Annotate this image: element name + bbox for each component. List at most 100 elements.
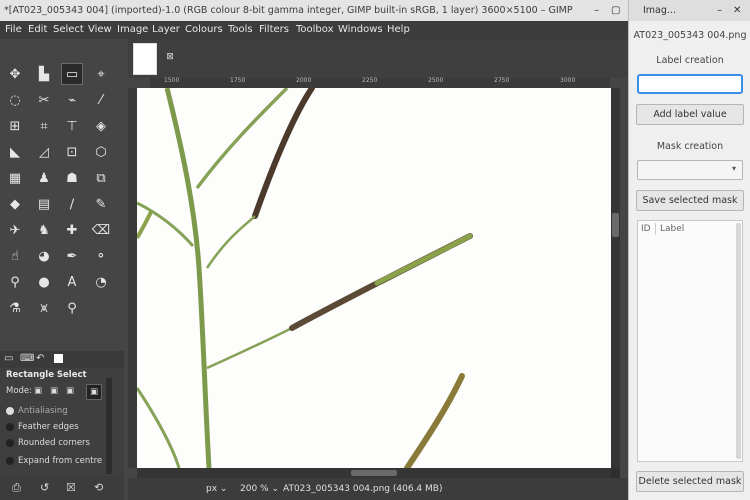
- maximize-button[interactable]: ▢: [611, 0, 620, 21]
- handle-transform-icon[interactable]: ⊡: [61, 141, 83, 163]
- eyedropper-icon[interactable]: ⚗: [4, 297, 26, 319]
- panel-minimize-button[interactable]: –: [717, 0, 722, 21]
- unit-select[interactable]: px ⌄: [206, 478, 227, 500]
- menu-select[interactable]: Select: [53, 21, 84, 39]
- image-tabs: ⊠: [128, 39, 628, 78]
- perspective-icon[interactable]: ⊤: [61, 115, 83, 137]
- airbrush-icon[interactable]: ✈: [4, 219, 26, 241]
- smudge-icon[interactable]: ☝: [4, 245, 26, 267]
- vertical-scrollbar[interactable]: [611, 88, 620, 468]
- menu-file[interactable]: File: [5, 21, 22, 39]
- image-canvas[interactable]: [137, 88, 611, 468]
- mask-table[interactable]: ID Label: [637, 220, 743, 462]
- table-scrollbar[interactable]: [736, 223, 741, 459]
- heal-icon[interactable]: ✚: [61, 219, 83, 241]
- clone-icon[interactable]: ♞: [33, 219, 55, 241]
- zoom-icon[interactable]: ⚲: [61, 297, 83, 319]
- delete-preset-icon[interactable]: ☒: [66, 481, 76, 494]
- pencil-icon[interactable]: ✎: [90, 193, 112, 215]
- horizontal-scroll-thumb[interactable]: [351, 470, 397, 476]
- text-icon[interactable]: A: [61, 271, 83, 293]
- window-title: *[AT023_005343 004] (imported)-1.0 (RGB …: [4, 5, 573, 16]
- tool-options-tab-icon[interactable]: ▭: [4, 353, 13, 364]
- grid-icon[interactable]: ▦: [4, 167, 26, 189]
- rounded-corners-checkbox[interactable]: [6, 439, 14, 447]
- flip-icon[interactable]: ◣: [4, 141, 26, 163]
- unified-transform-icon[interactable]: ⊞: [4, 115, 26, 137]
- tool-options-scrollbar[interactable]: [106, 378, 112, 474]
- antialiasing-checkbox[interactable]: [6, 407, 14, 415]
- zoom-select[interactable]: 200 % ⌄: [240, 478, 279, 500]
- save-selected-mask-button[interactable]: Save selected mask: [636, 190, 744, 211]
- bucket-fill-icon[interactable]: ◆: [4, 193, 26, 215]
- expand-from-centre-option[interactable]: Expand from centre: [6, 454, 102, 468]
- free-select-icon[interactable]: ⧉: [90, 167, 112, 189]
- table-header-id[interactable]: ID: [641, 221, 651, 237]
- align-tool-icon[interactable]: ▙: [33, 63, 55, 85]
- table-header-label[interactable]: Label: [660, 221, 684, 237]
- menu-filters[interactable]: Filters: [259, 21, 289, 39]
- ink-icon[interactable]: ✒: [61, 245, 83, 267]
- menu-toolbox[interactable]: Toolbox: [296, 21, 334, 39]
- measure-icon[interactable]: ◔: [90, 271, 112, 293]
- paths-icon[interactable]: ⌁: [61, 89, 83, 111]
- mode-intersect-icon[interactable]: ▣: [86, 384, 103, 400]
- antialiasing-option[interactable]: Antialiasing: [6, 404, 68, 418]
- warp-icon[interactable]: ⁄: [90, 89, 112, 111]
- mask-select[interactable]: ▾: [637, 160, 743, 180]
- rect-select-icon[interactable]: ▭: [61, 63, 83, 85]
- menu-image[interactable]: Image: [117, 21, 148, 39]
- reset-options-icon[interactable]: ⟲: [94, 481, 103, 494]
- images-tab-icon[interactable]: [54, 354, 63, 363]
- navigate-icon[interactable]: [611, 468, 620, 478]
- cage-icon[interactable]: ◈: [90, 115, 112, 137]
- vertical-scroll-thumb[interactable]: [612, 213, 619, 237]
- save-preset-icon[interactable]: ⎙: [12, 481, 21, 495]
- perspective-clone-icon[interactable]: ⩙: [33, 297, 55, 319]
- scissors-icon[interactable]: ✂: [33, 89, 55, 111]
- panel-title-bar: Imag... – ✕: [629, 0, 750, 21]
- dropper-icon[interactable]: ⚲: [4, 271, 26, 293]
- undo-history-tab-icon[interactable]: ↶: [36, 353, 44, 364]
- mode-subtract-icon[interactable]: ▣: [66, 384, 74, 398]
- foreground-select-icon[interactable]: ☗: [61, 167, 83, 189]
- menu-colours[interactable]: Colours: [185, 21, 223, 39]
- gradient-icon[interactable]: ▤: [33, 193, 55, 215]
- paint-select-icon[interactable]: ♟: [33, 167, 55, 189]
- horizontal-scrollbar[interactable]: [137, 468, 611, 478]
- lasso-icon[interactable]: ◌: [4, 89, 26, 111]
- chevron-down-icon: ▾: [731, 164, 736, 173]
- dodge-icon[interactable]: ⚬: [90, 245, 112, 267]
- panel-close-button[interactable]: ✕: [733, 0, 741, 21]
- menu-windows[interactable]: Windows: [338, 21, 383, 39]
- minimize-button[interactable]: –: [594, 0, 599, 21]
- move-tool-icon[interactable]: ✥: [4, 63, 26, 85]
- blur-icon[interactable]: ◕: [33, 245, 55, 267]
- crop-icon[interactable]: ⌗: [33, 115, 55, 137]
- device-status-tab-icon[interactable]: ⌨: [20, 353, 34, 364]
- menu-layer[interactable]: Layer: [152, 21, 180, 39]
- image-thumbnail[interactable]: [133, 43, 157, 75]
- restore-preset-icon[interactable]: ↺: [40, 481, 49, 494]
- close-tab-icon[interactable]: ⊠: [165, 52, 175, 62]
- expand-from-centre-checkbox[interactable]: [6, 457, 14, 465]
- add-label-button[interactable]: Add label value: [636, 104, 744, 125]
- rounded-corners-option[interactable]: Rounded corners: [6, 436, 90, 450]
- feather-edges-checkbox[interactable]: [6, 423, 14, 431]
- paintbrush-icon[interactable]: ∕: [61, 193, 83, 215]
- menu-help[interactable]: Help: [387, 21, 410, 39]
- shear-icon[interactable]: ◿: [33, 141, 55, 163]
- delete-selected-mask-button[interactable]: Delete selected mask: [636, 471, 744, 492]
- mode-add-icon[interactable]: ▣: [50, 384, 58, 398]
- 3d-transform-icon[interactable]: ⬡: [90, 141, 112, 163]
- label-value-input[interactable]: [637, 74, 743, 94]
- menu-edit[interactable]: Edit: [28, 21, 47, 39]
- zoom-value: 200 %: [240, 484, 269, 494]
- menu-tools[interactable]: Tools: [228, 21, 253, 39]
- eraser-icon[interactable]: ⌫: [90, 219, 112, 241]
- mode-replace-icon[interactable]: ▣: [34, 384, 42, 398]
- color-picker-icon[interactable]: ●: [33, 271, 55, 293]
- feather-edges-option[interactable]: Feather edges: [6, 420, 79, 434]
- fuzzy-select-icon[interactable]: ⌖: [90, 63, 112, 85]
- menu-view[interactable]: View: [88, 21, 112, 39]
